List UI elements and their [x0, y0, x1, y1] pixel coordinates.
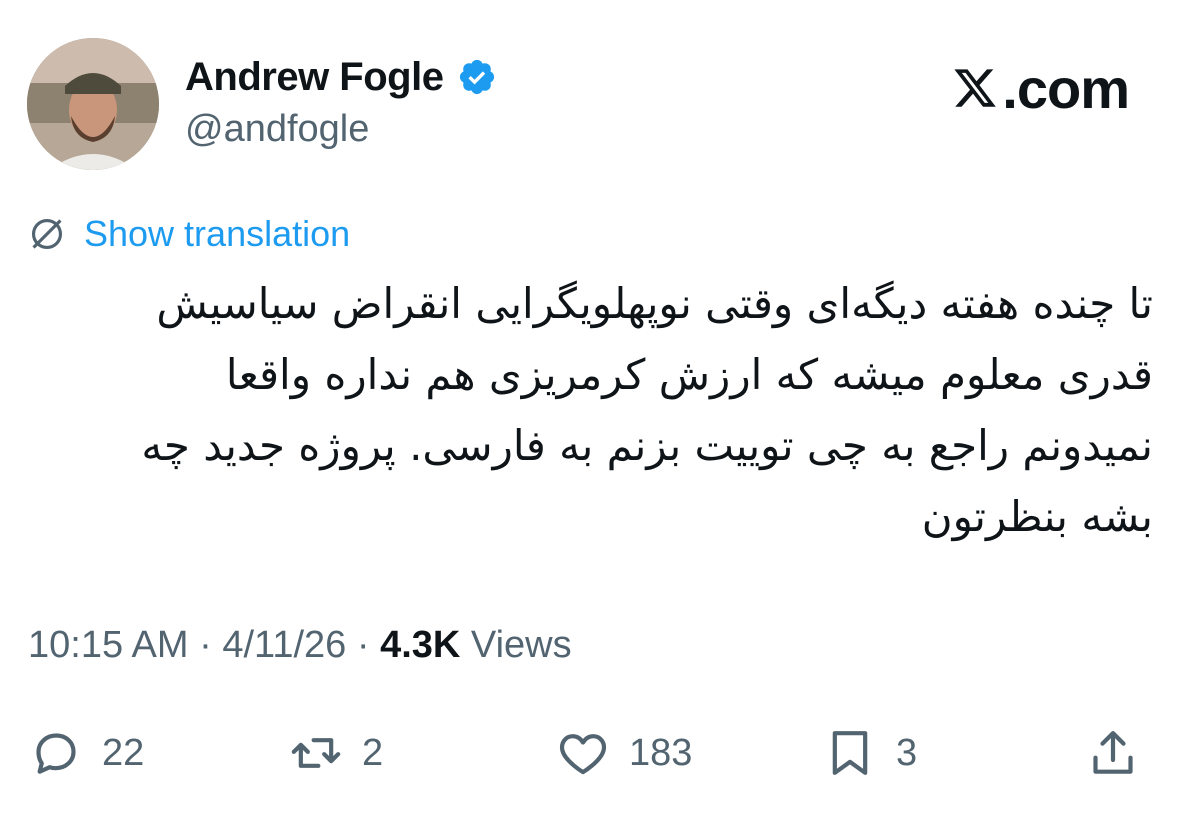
- like-button[interactable]: 183: [555, 722, 692, 784]
- show-translation-link[interactable]: Show translation: [84, 213, 350, 255]
- reply-icon: [36, 733, 76, 774]
- reply-button[interactable]: 22: [28, 722, 144, 784]
- avatar-photo: [27, 38, 159, 170]
- tweet-metadata: 10:15 AM · 4/11/26 · 4.3K Views: [28, 624, 572, 667]
- bookmark-icon: [832, 731, 868, 775]
- author-handle[interactable]: @andfogle: [185, 108, 369, 151]
- translation-row[interactable]: Show translation: [28, 210, 350, 258]
- bookmark-count: 3: [896, 731, 918, 774]
- verified-badge-icon[interactable]: [457, 57, 497, 97]
- meta-separator: ·: [346, 624, 381, 666]
- views-label: Views: [460, 624, 572, 666]
- tweet-action-bar: 22 2 183 3: [0, 722, 1179, 784]
- reply-count: 22: [102, 731, 145, 774]
- like-count: 183: [629, 731, 693, 774]
- tweet-text-line: قدری معلوم میشه که ارزش کرمریزی هم نداره…: [225, 350, 1153, 399]
- bookmark-button[interactable]: 3: [822, 722, 917, 784]
- globe-icon: [31, 218, 63, 250]
- repost-count: 2: [362, 731, 384, 774]
- heart-icon: [559, 734, 607, 775]
- repost-button[interactable]: 2: [288, 722, 383, 784]
- author-display-name[interactable]: Andrew Fogle: [185, 55, 444, 100]
- tweet-text: تا چنده هفته دیگه‌ای وقتی نوپهلویگرایی ا…: [28, 268, 1153, 552]
- site-logo-text: .com: [1002, 56, 1130, 120]
- share-button[interactable]: [1085, 722, 1141, 784]
- site-logo: .com: [952, 56, 1130, 120]
- share-icon: [1093, 731, 1133, 774]
- tweet-date[interactable]: 4/11/26: [222, 624, 346, 666]
- views-count: 4.3K: [380, 624, 461, 666]
- tweet-text-line: بشه بنظرتون: [921, 492, 1153, 541]
- tweet-time[interactable]: 10:15 AM: [28, 624, 189, 666]
- author-name-row: Andrew Fogle: [185, 52, 497, 102]
- tweet-text-line: نمیدونم راجع به چی توییت بزنم به فارسی. …: [141, 421, 1153, 470]
- x-logo-icon: [954, 69, 997, 107]
- author-avatar[interactable]: [27, 38, 159, 170]
- meta-separator: ·: [188, 624, 223, 666]
- repost-icon: [291, 738, 341, 768]
- tweet-text-line: تا چنده هفته دیگه‌ای وقتی نوپهلویگرایی ا…: [156, 279, 1153, 328]
